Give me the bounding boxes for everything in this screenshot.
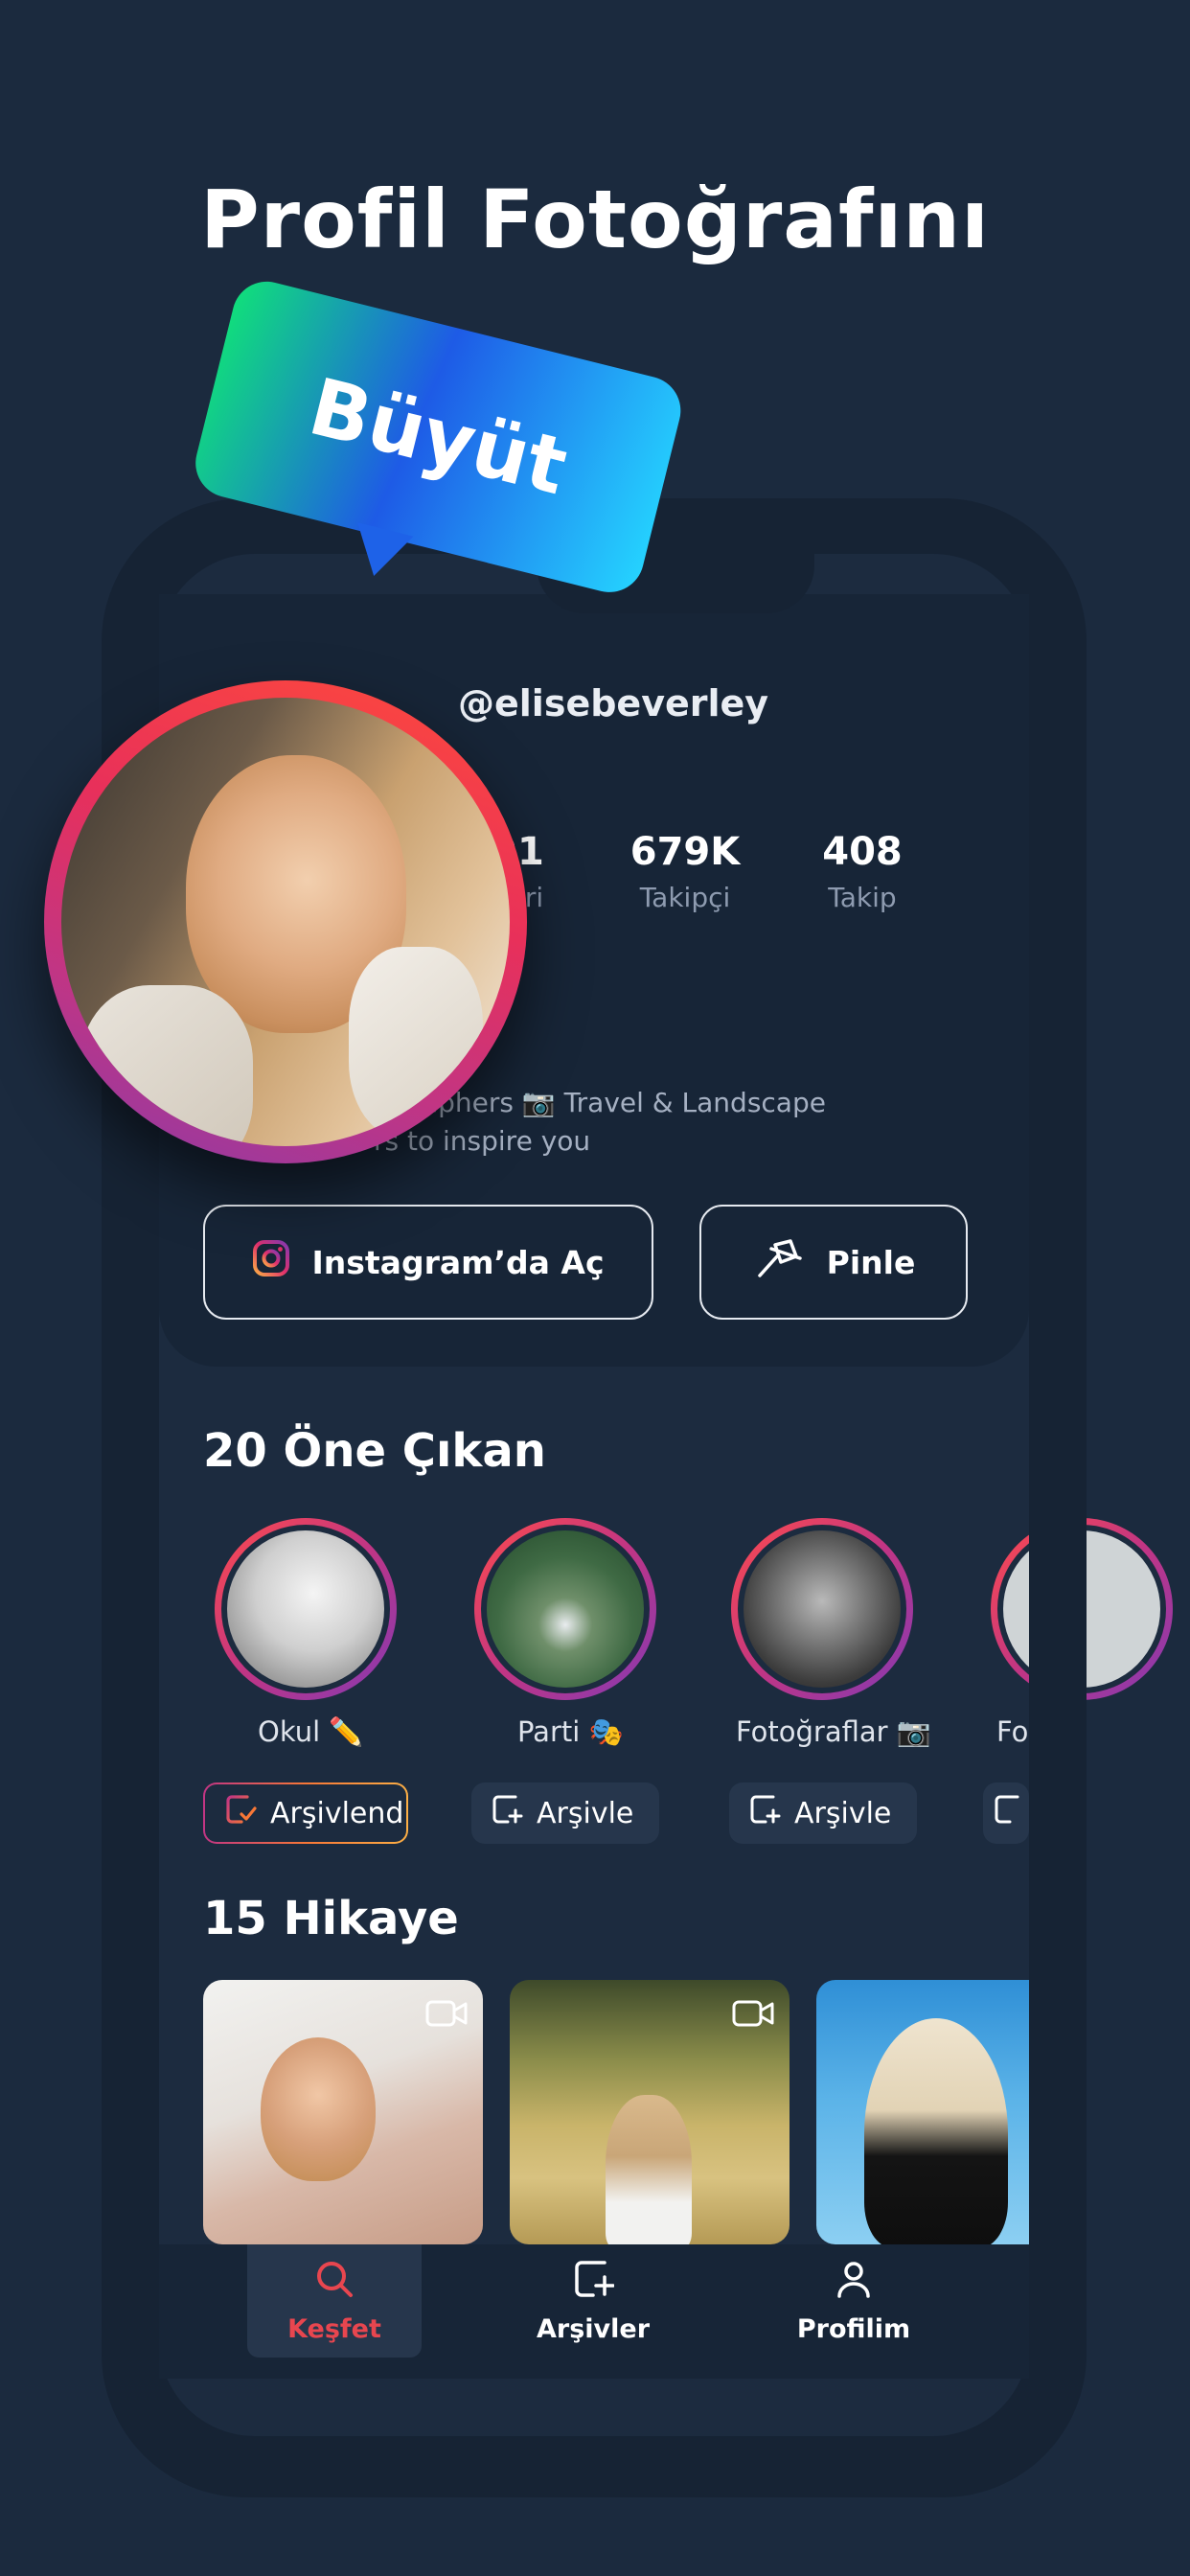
- archive-button-label: Arşivle: [794, 1796, 892, 1830]
- highlight-okul[interactable]: [215, 1518, 397, 1700]
- search-icon: [313, 2258, 355, 2307]
- user-icon: [833, 2258, 875, 2307]
- pin-label: Pinle: [826, 1243, 916, 1281]
- story-card-2[interactable]: [510, 1980, 790, 2244]
- pin-button[interactable]: Pinle: [699, 1205, 968, 1320]
- add-archive-icon: [491, 1793, 523, 1833]
- video-icon: [425, 1999, 468, 2032]
- add-archive-icon: [572, 2258, 615, 2307]
- highlights-title: 20 Öne Çıkan: [203, 1424, 546, 1478]
- avatar-sleeve: [349, 947, 483, 1138]
- avatar-sweater: [80, 985, 253, 1146]
- tab-arsivler[interactable]: Arşivler: [506, 2244, 680, 2358]
- story-photo-subject: [261, 2037, 376, 2181]
- story-card-1[interactable]: [203, 1980, 483, 2244]
- archive-button-fotograflar[interactable]: Arşivle: [729, 1782, 917, 1844]
- open-instagram-button[interactable]: Instagram’da Aç: [203, 1205, 653, 1320]
- tab-kesfet-label: Keşfet: [287, 2314, 381, 2344]
- archive-button-parti[interactable]: Arşivle: [471, 1782, 659, 1844]
- stat-following-label: Takip: [828, 882, 897, 913]
- stories-title: 15 Hikaye: [203, 1892, 459, 1945]
- highlight-parti-photo: [487, 1530, 644, 1688]
- profile-username: @elisebeverley: [458, 682, 769, 724]
- profile-avatar-enlarged[interactable]: [44, 680, 527, 1163]
- archived-button[interactable]: Arşivlendi: [203, 1782, 408, 1844]
- archived-button-label: Arşivlendi: [270, 1796, 408, 1830]
- highlight-fo-label: Fo: [996, 1715, 1029, 1748]
- stat-followers-count: 679K: [629, 830, 741, 874]
- headline: Profil Fotoğrafını: [200, 172, 990, 266]
- tab-profilim-label: Profilim: [796, 2314, 911, 2344]
- highlight-okul-photo: [227, 1530, 384, 1688]
- add-archive-icon: [993, 1793, 1025, 1833]
- stat-followers-label: Takipçi: [639, 882, 731, 913]
- tab-arsivler-label: Arşivler: [536, 2314, 651, 2344]
- story-card-3[interactable]: [816, 1980, 1029, 2244]
- stat-following[interactable]: 408 Takip: [767, 830, 958, 913]
- instagram-icon: [252, 1239, 290, 1285]
- highlight-parti-label: Parti 🎭: [517, 1715, 624, 1748]
- open-instagram-label: Instagram’da Aç: [311, 1243, 605, 1281]
- story-photo-subject: [864, 2018, 1008, 2244]
- archive-button-fo[interactable]: [983, 1782, 1029, 1844]
- archived-check-icon: [224, 1793, 257, 1833]
- add-archive-icon: [748, 1793, 781, 1833]
- profile-avatar-photo: [61, 698, 510, 1146]
- zoom-badge-body: Büyüt: [188, 274, 688, 600]
- tab-kesfet[interactable]: Keşfet: [247, 2244, 422, 2358]
- highlight-fotograflar-photo: [744, 1530, 901, 1688]
- highlight-parti[interactable]: [474, 1518, 656, 1700]
- highlight-okul-label: Okul ✏️: [258, 1715, 364, 1748]
- stat-following-count: 408: [822, 830, 903, 874]
- screen-edge-mask: [1029, 1495, 1087, 1878]
- story-photo-subject: [606, 2095, 692, 2244]
- pin-icon: [752, 1237, 806, 1287]
- highlight-fotograflar[interactable]: [731, 1518, 913, 1700]
- stat-followers[interactable]: 679K Takipçi: [589, 830, 781, 913]
- tab-profilim[interactable]: Profilim: [767, 2244, 941, 2358]
- highlight-fotograflar-label: Fotoğraflar 📷: [736, 1715, 931, 1748]
- bio-line-1: aphers 📷 Travel & Landscape: [422, 1087, 826, 1118]
- archive-button-label: Arşivle: [537, 1796, 634, 1830]
- video-icon: [732, 1999, 774, 2032]
